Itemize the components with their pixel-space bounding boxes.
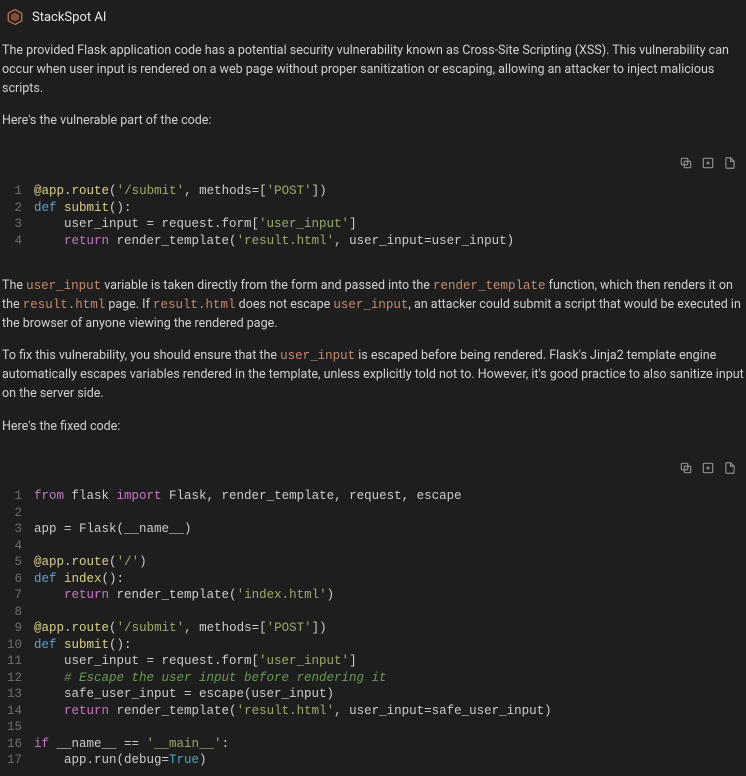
code-text (34, 538, 744, 555)
line-number: 5 (2, 554, 34, 571)
line-number: 9 (2, 620, 34, 637)
copy-icon[interactable] (678, 155, 694, 171)
code-text: @app.route('/submit', methods=['POST']) (34, 620, 744, 637)
code-text: app = Flask(__name__) (34, 521, 744, 538)
code-text: @app.route('/') (34, 554, 744, 571)
code-text: app.run(debug=True) (34, 752, 744, 769)
line-number: 2 (2, 200, 34, 217)
panel-title: StackSpot AI (32, 10, 106, 25)
insert-icon[interactable] (700, 155, 716, 171)
new-file-icon[interactable] (722, 460, 738, 476)
code-text (34, 719, 744, 736)
code-toolbar (2, 151, 744, 179)
line-number: 3 (2, 521, 34, 538)
insert-icon[interactable] (700, 460, 716, 476)
line-number: 10 (2, 637, 34, 654)
code-text: return render_template('result.html', us… (34, 233, 744, 250)
code-text: if __name__ == '__main__': (34, 736, 744, 753)
code-text: user_input = request.form['user_input'] (34, 216, 744, 233)
code-text: # Escape the user input before rendering… (34, 670, 744, 687)
explanation-paragraph: To fix this vulnerability, you should en… (2, 347, 744, 403)
code-block-fixed: 1from flask import Flask, render_templat… (2, 456, 744, 773)
line-number: 1 (2, 183, 34, 200)
code-text: return render_template('index.html') (34, 587, 744, 604)
line-number: 1 (2, 488, 34, 505)
explanation-paragraph: The provided Flask application code has … (2, 42, 744, 98)
stackspot-logo-icon (6, 8, 24, 26)
lead-in-text: Here's the vulnerable part of the code: (2, 112, 744, 131)
line-number: 2 (2, 505, 34, 522)
code-text (34, 604, 744, 621)
panel-header: StackSpot AI (0, 0, 746, 36)
line-number: 11 (2, 653, 34, 670)
code-text: user_input = request.form['user_input'] (34, 653, 744, 670)
line-number: 6 (2, 571, 34, 588)
code-toolbar (2, 456, 744, 484)
copy-icon[interactable] (678, 460, 694, 476)
code-text: def submit(): (34, 637, 744, 654)
chat-content: The provided Flask application code has … (0, 42, 746, 773)
code-text (34, 505, 744, 522)
code-text: from flask import Flask, render_template… (34, 488, 744, 505)
explanation-paragraph: The user_input variable is taken directl… (2, 277, 744, 333)
line-number: 12 (2, 670, 34, 687)
line-number: 8 (2, 604, 34, 621)
code-text: def submit(): (34, 200, 744, 217)
line-number: 17 (2, 752, 34, 769)
line-number: 15 (2, 719, 34, 736)
code-text: @app.route('/submit', methods=['POST']) (34, 183, 744, 200)
code-lines: 1@app.route('/submit', methods=['POST'])… (2, 179, 744, 253)
code-text: def index(): (34, 571, 744, 588)
line-number: 7 (2, 587, 34, 604)
line-number: 16 (2, 736, 34, 753)
line-number: 3 (2, 216, 34, 233)
line-number: 14 (2, 703, 34, 720)
new-file-icon[interactable] (722, 155, 738, 171)
line-number: 4 (2, 233, 34, 250)
line-number: 13 (2, 686, 34, 703)
code-block-vulnerable: 1@app.route('/submit', methods=['POST'])… (2, 151, 744, 253)
code-text: safe_user_input = escape(user_input) (34, 686, 744, 703)
code-text: return render_template('result.html', us… (34, 703, 744, 720)
line-number: 4 (2, 538, 34, 555)
lead-in-text: Here's the fixed code: (2, 418, 744, 437)
code-lines: 1from flask import Flask, render_templat… (2, 484, 744, 773)
